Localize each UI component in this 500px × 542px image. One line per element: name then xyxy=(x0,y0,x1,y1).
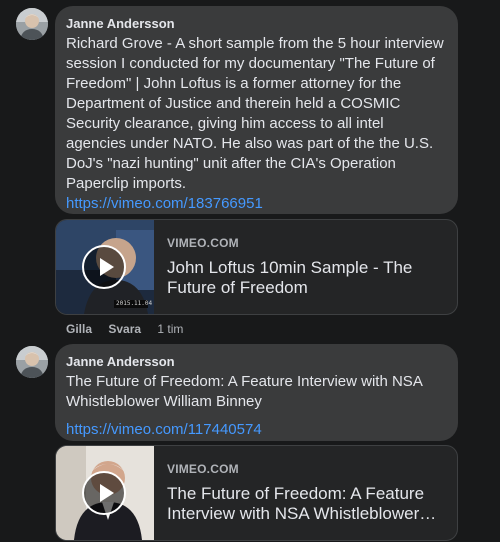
author-name[interactable]: Janne Andersson xyxy=(66,16,446,32)
play-icon[interactable] xyxy=(82,245,126,289)
comment-link[interactable]: https://vimeo.com/183766951 xyxy=(66,194,446,214)
timestamp[interactable]: 1 tim xyxy=(157,322,183,336)
author-name[interactable]: Janne Andersson xyxy=(66,354,446,370)
card-domain: VIMEO.COM xyxy=(167,462,239,476)
card-info: VIMEO.COM John Loftus 10min Sample - The… xyxy=(167,236,447,298)
card-title[interactable]: John Loftus 10min Sample - The Future of… xyxy=(167,258,447,298)
comment-bubble: Janne Andersson The Future of Freedom: A… xyxy=(55,344,458,441)
play-icon[interactable] xyxy=(82,471,126,515)
link-preview-card[interactable]: VIMEO.COM The Future of Freedom: A Featu… xyxy=(55,445,458,541)
video-thumbnail[interactable] xyxy=(56,446,154,540)
avatar[interactable] xyxy=(16,346,48,378)
comment-text: Richard Grove - A short sample from the … xyxy=(66,35,444,192)
thumbnail-date: 2015.11.04 xyxy=(116,300,153,307)
card-info: VIMEO.COM The Future of Freedom: A Featu… xyxy=(167,462,447,524)
card-title[interactable]: The Future of Freedom: A Feature Intervi… xyxy=(167,484,447,524)
video-thumbnail[interactable]: 2015.11.04 xyxy=(56,220,154,314)
comment-link[interactable]: https://vimeo.com/117440574 xyxy=(66,420,446,440)
comment-text: The Future of Freedom: A Feature Intervi… xyxy=(66,373,422,410)
avatar[interactable] xyxy=(16,8,48,40)
reply-button[interactable]: Svara xyxy=(108,322,141,336)
card-domain: VIMEO.COM xyxy=(167,236,239,250)
comment-bubble: Janne Andersson Richard Grove - A short … xyxy=(55,6,458,214)
comment-actions: Gilla Svara 1 tim xyxy=(66,322,196,336)
link-preview-card[interactable]: 2015.11.04 VIMEO.COM John Loftus 10min S… xyxy=(55,219,458,315)
like-button[interactable]: Gilla xyxy=(66,322,92,336)
